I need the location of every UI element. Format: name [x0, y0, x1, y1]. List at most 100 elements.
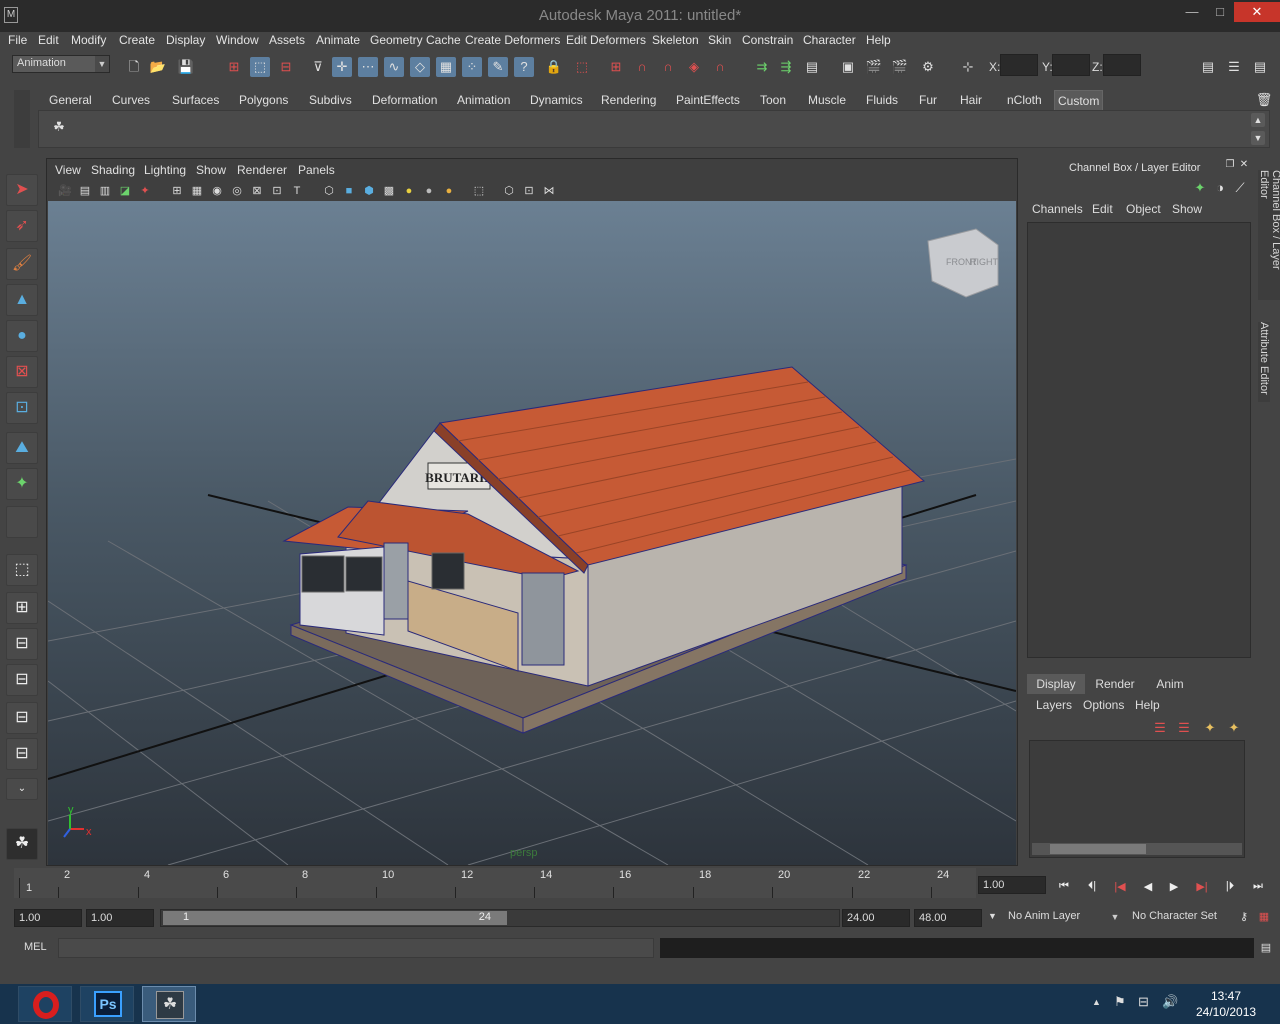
tab-subdivs[interactable]: Subdivs — [306, 90, 355, 110]
move-layer-down-icon[interactable]: ☰ — [1174, 718, 1194, 738]
menu-assets[interactable]: Assets — [269, 33, 305, 47]
safe-title-icon[interactable]: T — [289, 183, 305, 199]
cb-menu-show[interactable]: Show — [1172, 202, 1202, 216]
wireframe-icon[interactable]: ⬡ — [321, 183, 337, 199]
tab-animation[interactable]: Animation — [454, 90, 513, 110]
persp-graph-layout-icon[interactable]: ⊟ — [6, 664, 38, 696]
new-scene-icon[interactable]: 🗋 — [124, 57, 144, 77]
toggle-tool-settings-icon[interactable]: ☰ — [1224, 57, 1244, 77]
tab-dynamics[interactable]: Dynamics — [527, 90, 586, 110]
tab-general[interactable]: General — [46, 90, 95, 110]
horizontal-scrollbar[interactable] — [1032, 843, 1242, 855]
transform-field-mode-icon[interactable]: ⊹ — [958, 57, 978, 77]
tab-ncloth[interactable]: nCloth — [1004, 90, 1045, 110]
start-time-field[interactable]: 1.00 — [14, 909, 82, 927]
vp-menu-panels[interactable]: Panels — [298, 163, 335, 177]
vp-menu-lighting[interactable]: Lighting — [144, 163, 186, 177]
range-slider-handle[interactable]: 1 24 — [163, 911, 507, 925]
output-ops-icon[interactable]: ⇶ — [776, 57, 796, 77]
command-input[interactable] — [58, 938, 654, 958]
image-plane-icon[interactable]: ◪ — [117, 183, 133, 199]
time-slider[interactable]: 1 2 4 6 8 10 12 14 16 18 20 22 24 — [14, 868, 976, 898]
range-slider-track[interactable]: 1 24 — [160, 909, 840, 927]
wireframe-on-shaded-icon[interactable]: ⬢ — [361, 183, 377, 199]
float-panel-icon[interactable]: ❐ — [1224, 158, 1236, 172]
layer-menu-help[interactable]: Help — [1135, 698, 1160, 712]
cb-menu-object[interactable]: Object — [1126, 202, 1161, 216]
lasso-tool-icon[interactable]: ➶ — [6, 210, 38, 242]
tab-muscle[interactable]: Muscle — [805, 90, 849, 110]
play-backward-icon[interactable]: ◀ — [1138, 880, 1158, 894]
channel-box-mode-icon[interactable]: ✦ — [1190, 178, 1210, 198]
layer-list[interactable] — [1029, 740, 1245, 858]
select-rendering-icon[interactable]: ✎ — [488, 57, 508, 77]
close-panel-icon[interactable]: ✕ — [1238, 158, 1250, 172]
z-field[interactable] — [1103, 54, 1141, 76]
film-gate-icon[interactable]: ▦ — [189, 183, 205, 199]
menuset-dropdown[interactable]: Animation ▼ — [12, 55, 110, 73]
select-object-icon[interactable]: ⬚ — [250, 57, 270, 77]
new-layer-icon[interactable]: ✦ — [1200, 718, 1220, 738]
safe-action-icon[interactable]: ⊡ — [269, 183, 285, 199]
tab-rendering[interactable]: Rendering — [598, 90, 659, 110]
cb-menu-channels[interactable]: Channels — [1032, 202, 1083, 216]
selection-mask-icon[interactable]: ⊽ — [308, 57, 328, 77]
menu-file[interactable]: File — [8, 33, 27, 47]
shelf-scroll-down-icon[interactable]: ▼ — [1251, 131, 1265, 145]
anim-layer-dropdown[interactable]: No Anim Layer ▼ — [1004, 909, 1122, 927]
menu-animate[interactable]: Animate — [316, 33, 360, 47]
highlight-selection-icon[interactable]: ⬚ — [572, 57, 592, 77]
hypershade-layout-icon[interactable]: ⊟ — [6, 702, 38, 734]
layer-editor-mode-icon[interactable]: ⟋ — [1230, 178, 1250, 198]
lock-selection-icon[interactable]: 🔒 — [544, 57, 564, 77]
tab-channel-box-side[interactable]: Channel Box / Layer Editor — [1258, 170, 1280, 300]
input-ops-icon[interactable]: ⇉ — [752, 57, 772, 77]
maximize-button[interactable]: □ — [1206, 2, 1234, 22]
layer-tab-anim[interactable]: Anim — [1146, 674, 1194, 694]
ipr-render-icon[interactable]: 🎬 — [890, 57, 910, 77]
minimize-button[interactable]: — — [1178, 2, 1206, 22]
save-scene-icon[interactable]: 💾 — [176, 57, 196, 77]
persp-outliner-layout-icon[interactable]: ⊟ — [6, 628, 38, 660]
y-field[interactable] — [1052, 54, 1090, 76]
share-icon[interactable]: ⋈ — [541, 183, 557, 199]
menu-skeleton[interactable]: Skeleton — [652, 33, 699, 47]
x-field[interactable] — [1000, 54, 1038, 76]
toggle-attribute-editor-icon[interactable]: ▤ — [1198, 57, 1218, 77]
trash-icon[interactable]: 🗑 — [1254, 90, 1274, 110]
bookmarks-icon[interactable]: ▥ — [97, 183, 113, 199]
menu-geometry-cache[interactable]: Geometry Cache — [370, 33, 461, 47]
render-current-icon[interactable]: 🎬 — [864, 57, 884, 77]
go-to-end-icon[interactable]: ⏭ — [1248, 880, 1268, 894]
cb-menu-edit[interactable]: Edit — [1092, 202, 1113, 216]
soft-modification-icon[interactable]: ⛰ — [6, 432, 38, 464]
layer-menu-layers[interactable]: Layers — [1036, 698, 1072, 712]
menu-constrain[interactable]: Constrain — [742, 33, 793, 47]
tab-polygons[interactable]: Polygons — [236, 90, 291, 110]
photoshop-taskbar-button[interactable]: Ps — [80, 986, 134, 1022]
move-layer-up-icon[interactable]: ☰ — [1150, 718, 1170, 738]
camera-tools-icon[interactable]: ✦ — [137, 183, 153, 199]
toggle-channel-box-icon[interactable]: ▤ — [1250, 57, 1270, 77]
volume-icon[interactable]: 🔊 — [1162, 994, 1178, 1010]
snap-grid-icon[interactable]: ⊞ — [606, 57, 626, 77]
tab-fur[interactable]: Fur — [916, 90, 940, 110]
select-dynamics-icon[interactable]: ⁘ — [462, 57, 482, 77]
animation-preferences-icon[interactable]: ▦ — [1254, 907, 1274, 927]
step-forward-key-icon[interactable]: |⏵ — [1220, 880, 1240, 894]
command-language-label[interactable]: MEL — [24, 941, 47, 953]
new-layer-selected-icon[interactable]: ✦ — [1224, 718, 1244, 738]
grid-icon[interactable]: ⊞ — [169, 183, 185, 199]
paint-select-tool-icon[interactable]: 🖌 — [6, 248, 38, 280]
menu-create-deformers[interactable]: Create Deformers — [465, 33, 560, 47]
shelf-scroll-up-icon[interactable]: ▲ — [1251, 113, 1265, 127]
layer-menu-options[interactable]: Options — [1083, 698, 1124, 712]
textured-icon[interactable]: ▩ — [381, 183, 397, 199]
play-forward-icon[interactable]: ▶ — [1164, 880, 1184, 894]
menu-display[interactable]: Display — [166, 33, 205, 47]
close-button[interactable]: ✕ — [1234, 2, 1280, 22]
vp-menu-view[interactable]: View — [55, 163, 81, 177]
select-tool-icon[interactable]: ➤ — [6, 174, 38, 206]
tab-curves[interactable]: Curves — [109, 90, 153, 110]
current-time-marker[interactable] — [19, 878, 20, 898]
